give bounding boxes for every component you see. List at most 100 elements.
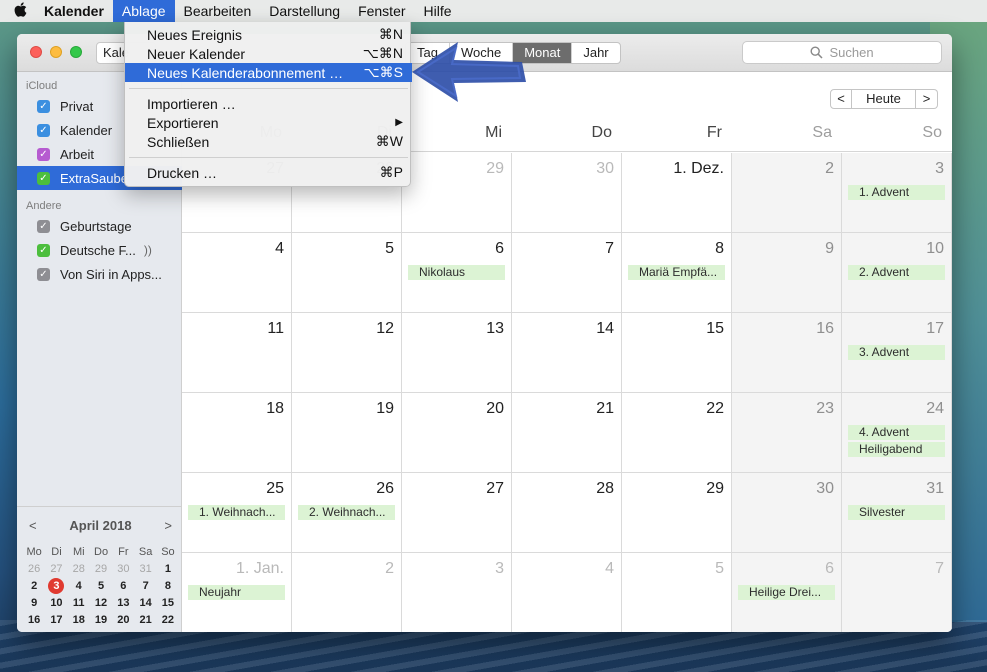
calendar-event[interactable]: 1. Weihnach... xyxy=(188,505,285,520)
day-cell[interactable]: 25 1. Weihnach... xyxy=(182,473,292,553)
checkbox-icon[interactable]: ✓ xyxy=(37,123,50,137)
menu-item-close[interactable]: Schließen ⌘W xyxy=(125,132,412,151)
today-button[interactable]: Heute xyxy=(852,89,916,109)
tab-year[interactable]: Jahr xyxy=(571,43,619,63)
sidebar-item-calendar[interactable]: ✓ Von Siri in Apps... xyxy=(17,262,182,286)
mini-calendar-day[interactable]: 9 xyxy=(23,595,45,611)
day-cell[interactable]: 10 2. Advent xyxy=(842,233,952,313)
mini-calendar-day[interactable]: 19 xyxy=(90,612,112,628)
menu-ablage[interactable]: Ablage xyxy=(112,0,175,22)
calendar-event[interactable]: 3. Advent xyxy=(848,345,945,360)
calendar-event[interactable]: 4. Advent xyxy=(848,425,945,440)
mini-calendar-prev-icon[interactable]: < xyxy=(29,518,37,533)
day-cell[interactable]: 18 xyxy=(182,393,292,473)
day-cell[interactable]: 4 xyxy=(512,553,622,632)
mini-calendar-day[interactable]: 15 xyxy=(157,595,179,611)
day-cell[interactable]: 7 xyxy=(842,553,952,632)
mini-calendar-day[interactable]: 29 xyxy=(157,629,179,632)
mini-calendar-day[interactable]: 25 xyxy=(68,629,90,632)
checkbox-icon[interactable]: ✓ xyxy=(37,147,50,161)
mini-calendar-day[interactable]: 6 xyxy=(112,578,134,594)
mini-calendar-day[interactable]: 27 xyxy=(45,561,67,577)
mini-calendar-day[interactable]: 7 xyxy=(134,578,156,594)
day-cell[interactable]: 5 xyxy=(622,553,732,632)
day-cell[interactable]: 30 xyxy=(512,153,622,233)
mini-calendar-day[interactable]: 29 xyxy=(90,561,112,577)
day-cell[interactable]: 30 xyxy=(732,473,842,553)
day-cell[interactable]: 22 xyxy=(622,393,732,473)
next-month-button[interactable]: > xyxy=(916,89,938,109)
minimize-button[interactable] xyxy=(50,46,62,58)
apple-icon[interactable] xyxy=(0,1,40,21)
checkbox-icon[interactable]: ✓ xyxy=(37,99,50,113)
day-cell[interactable]: 2 xyxy=(732,153,842,233)
day-cell[interactable]: 6 Heilige Drei... xyxy=(732,553,842,632)
mini-calendar-day[interactable]: 12 xyxy=(90,595,112,611)
menu-item-new-event[interactable]: Neues Ereignis ⌘N xyxy=(125,25,412,44)
day-cell[interactable]: 20 xyxy=(402,393,512,473)
close-button[interactable] xyxy=(30,46,42,58)
day-cell[interactable]: 28 xyxy=(512,473,622,553)
day-cell[interactable]: 26 2. Weihnach... xyxy=(292,473,402,553)
day-cell[interactable]: 19 xyxy=(292,393,402,473)
checkbox-icon[interactable]: ✓ xyxy=(37,267,50,281)
mini-calendar-day[interactable]: 2 xyxy=(23,578,45,594)
day-cell[interactable]: 6 Nikolaus xyxy=(402,233,512,313)
day-cell[interactable]: 23 xyxy=(732,393,842,473)
day-cell[interactable]: 2 xyxy=(292,553,402,632)
mini-calendar-day[interactable]: 24 xyxy=(45,629,67,632)
mini-calendar-day[interactable]: 31 xyxy=(134,561,156,577)
menu-app-name[interactable]: Kalender xyxy=(40,0,113,22)
menu-fenster[interactable]: Fenster xyxy=(349,0,414,22)
day-cell[interactable]: 14 xyxy=(512,313,622,393)
checkbox-icon[interactable]: ✓ xyxy=(37,219,50,233)
menu-item-new-subscription[interactable]: Neues Kalenderabonnement … ⌥⌘S xyxy=(125,63,412,82)
day-cell[interactable]: 3 xyxy=(402,553,512,632)
mini-calendar-day[interactable]: 26 xyxy=(90,629,112,632)
zoom-button[interactable] xyxy=(70,46,82,58)
mini-calendar-day[interactable]: 13 xyxy=(112,595,134,611)
calendar-event[interactable]: Heilige Drei... xyxy=(738,585,835,600)
menu-item-import[interactable]: Importieren … xyxy=(125,94,412,113)
menu-item-new-calendar[interactable]: Neuer Kalender ⌥⌘N xyxy=(125,44,412,63)
menu-item-print[interactable]: Drucken … ⌘P xyxy=(125,163,412,182)
mini-calendar-day[interactable]: 26 xyxy=(23,561,45,577)
day-cell[interactable]: 29 xyxy=(402,153,512,233)
day-cell[interactable]: 8 Mariä Empfä... xyxy=(622,233,732,313)
day-cell[interactable]: 4 xyxy=(182,233,292,313)
menu-item-export[interactable]: Exportieren ▶ xyxy=(125,113,412,132)
day-cell[interactable]: 17 3. Advent xyxy=(842,313,952,393)
day-cell[interactable]: 27 xyxy=(402,473,512,553)
mini-calendar-day[interactable]: 21 xyxy=(134,612,156,628)
checkbox-icon[interactable]: ✓ xyxy=(37,171,50,185)
sidebar-item-calendar[interactable]: ✓ Deutsche F...)) xyxy=(17,238,182,262)
mini-calendar-day[interactable]: 27 xyxy=(112,629,134,632)
mini-calendar-day[interactable]: 1 xyxy=(157,561,179,577)
calendar-event[interactable]: 2. Weihnach... xyxy=(298,505,395,520)
calendar-event[interactable]: Heiligabend xyxy=(848,442,945,457)
mini-calendar-today[interactable]: 3 xyxy=(45,578,67,594)
mini-calendar-day[interactable]: 17 xyxy=(45,612,67,628)
day-cell[interactable]: 9 xyxy=(732,233,842,313)
day-cell[interactable]: 7 xyxy=(512,233,622,313)
calendar-event[interactable]: Neujahr xyxy=(188,585,285,600)
mini-calendar-day[interactable]: 16 xyxy=(23,612,45,628)
day-cell[interactable]: 16 xyxy=(732,313,842,393)
day-cell[interactable]: 1. Dez. xyxy=(622,153,732,233)
checkbox-icon[interactable]: ✓ xyxy=(37,243,50,257)
day-cell[interactable]: 11 xyxy=(182,313,292,393)
day-cell[interactable]: 31 Silvester xyxy=(842,473,952,553)
mini-calendar-day[interactable]: 30 xyxy=(112,561,134,577)
day-cell[interactable]: 5 xyxy=(292,233,402,313)
sidebar-item-calendar[interactable]: ✓ Geburtstage xyxy=(17,214,182,238)
previous-month-button[interactable]: < xyxy=(830,89,852,109)
day-cell[interactable]: 1. Jan. Neujahr xyxy=(182,553,292,632)
day-cell[interactable]: 3 1. Advent xyxy=(842,153,952,233)
day-cell[interactable]: 15 xyxy=(622,313,732,393)
mini-calendar-day[interactable]: 8 xyxy=(157,578,179,594)
mini-calendar-day[interactable]: 18 xyxy=(68,612,90,628)
mini-calendar-day[interactable]: 5 xyxy=(90,578,112,594)
mini-calendar-day[interactable]: 14 xyxy=(134,595,156,611)
calendar-event[interactable]: Silvester xyxy=(848,505,945,520)
menu-bearbeiten[interactable]: Bearbeiten xyxy=(175,0,261,22)
